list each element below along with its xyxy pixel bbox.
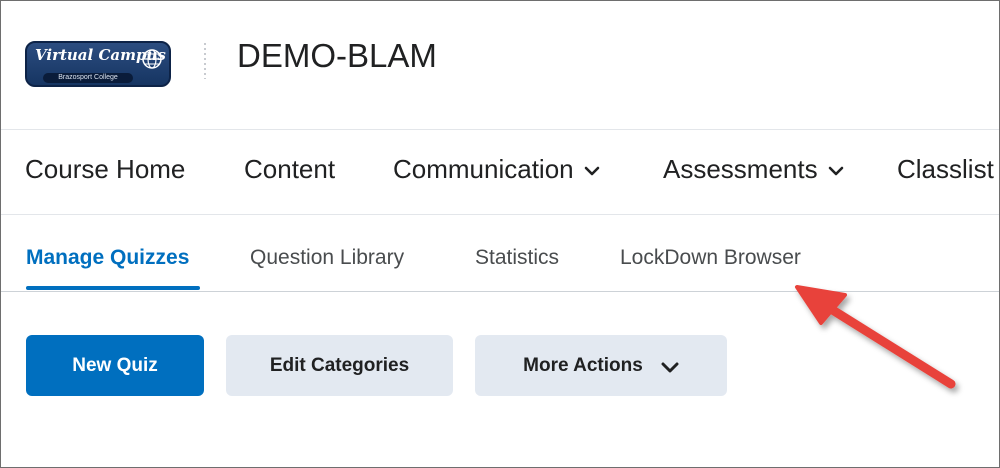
nav-item-label: Communication xyxy=(393,154,574,184)
nav-item-content[interactable]: Content xyxy=(244,154,335,185)
nav-item-label: Assessments xyxy=(663,154,818,184)
globe-icon xyxy=(142,49,162,69)
virtual-campus-logo[interactable]: Virtual Campus Brazosport College xyxy=(25,41,171,87)
screenshot-frame: Virtual Campus Brazosport College DEMO-B… xyxy=(0,0,1000,468)
header-divider xyxy=(204,43,206,79)
edit-categories-label: Edit Categories xyxy=(269,354,410,376)
course-navbar: Course Home Content Communication Assess… xyxy=(1,130,999,215)
logo-sub-text: Brazosport College xyxy=(43,73,133,83)
tab-question-library[interactable]: Question Library xyxy=(250,246,404,270)
nav-item-course-home[interactable]: Course Home xyxy=(25,154,185,185)
tab-manage-quizzes[interactable]: Manage Quizzes xyxy=(26,246,189,270)
nav-item-assessments[interactable]: Assessments xyxy=(663,154,844,185)
tab-lockdown-browser[interactable]: LockDown Browser xyxy=(620,246,801,270)
more-actions-label: More Actions xyxy=(523,354,643,376)
chevron-down-icon xyxy=(828,166,843,176)
course-title[interactable]: DEMO-BLAM xyxy=(237,37,437,75)
course-header: Virtual Campus Brazosport College DEMO-B… xyxy=(1,1,999,130)
new-quiz-label: New Quiz xyxy=(72,354,158,376)
annotation-arrow xyxy=(795,285,956,389)
nav-item-label: Classlist xyxy=(897,154,994,184)
more-actions-button[interactable]: More Actions xyxy=(475,335,727,396)
nav-item-classlist[interactable]: Classlist xyxy=(897,154,994,185)
new-quiz-button[interactable]: New Quiz xyxy=(26,335,204,396)
nav-item-label: Course Home xyxy=(25,154,186,184)
nav-item-communication[interactable]: Communication xyxy=(393,154,600,185)
edit-categories-button[interactable]: Edit Categories xyxy=(226,335,453,396)
tab-statistics[interactable]: Statistics xyxy=(475,246,559,270)
chevron-down-icon xyxy=(584,166,599,176)
active-tab-indicator xyxy=(26,286,200,290)
nav-item-label: Content xyxy=(244,154,336,184)
chevron-down-icon xyxy=(661,362,679,372)
